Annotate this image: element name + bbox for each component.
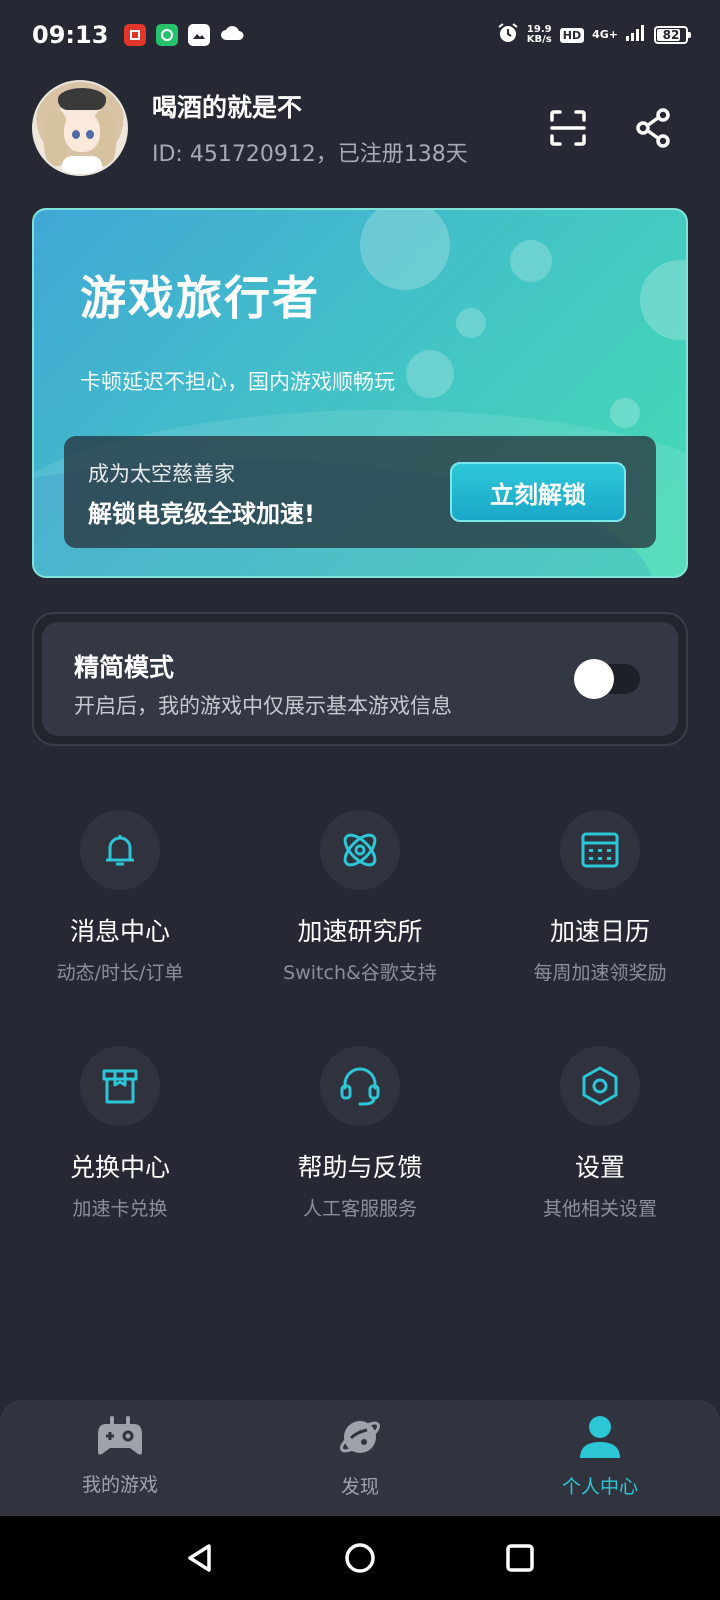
simple-mode-title: 精简模式: [74, 653, 175, 682]
network-speed: 19.9 KB/s: [527, 25, 552, 45]
settings-hexagon-icon: [560, 1046, 640, 1126]
menu-sub: 动态/时长/订单: [56, 962, 184, 984]
banner-subtitle: 卡顿延迟不担心，国内游戏顺畅玩: [80, 370, 395, 394]
menu-sub: 其他相关设置: [542, 1198, 657, 1220]
tab-discover[interactable]: 发现: [240, 1400, 480, 1516]
menu-redeem-center[interactable]: 兑换中心 加速卡兑换: [0, 1046, 240, 1282]
toggle-knob: [574, 659, 614, 699]
vip-banner[interactable]: 游戏旅行者 卡顿延迟不担心，国内游戏顺畅玩 成为太空慈善家 解锁电竞级全球加速!…: [32, 208, 688, 578]
scan-icon[interactable]: [548, 108, 588, 148]
status-bar: 09:13 19.9 KB/s HD 4G+ 82: [0, 0, 720, 70]
app-icon-red: [124, 24, 147, 46]
menu-label: 帮助与反馈: [297, 1153, 423, 1182]
home-icon[interactable]: [344, 1542, 376, 1574]
tab-label: 个人中心: [561, 1476, 638, 1498]
menu-settings[interactable]: 设置 其他相关设置: [480, 1046, 720, 1282]
bell-icon: [80, 810, 160, 890]
alarm-icon: [497, 22, 519, 48]
signal-icon: [626, 25, 646, 45]
promo-box: 成为太空慈善家 解锁电竞级全球加速! 立刻解锁: [64, 436, 656, 548]
menu-sub: 加速卡兑换: [72, 1198, 168, 1220]
share-icon[interactable]: [636, 108, 672, 148]
calendar-icon: [560, 810, 640, 890]
menu-sub: 每周加速领奖励: [533, 962, 667, 984]
banner-title: 游戏旅行者: [80, 271, 320, 325]
bottom-navigation: 我的游戏 发现 个人中心: [0, 1400, 720, 1516]
battery-indicator: 82: [654, 26, 691, 44]
person-icon: [578, 1414, 622, 1464]
menu-help-feedback[interactable]: 帮助与反馈 人工客服服务: [240, 1046, 480, 1282]
menu-label: 兑换中心: [69, 1153, 170, 1182]
status-time: 09:13: [32, 21, 109, 49]
tab-label: 发现: [340, 1476, 379, 1498]
menu-sub: 人工客服服务: [302, 1198, 417, 1220]
menu-label: 加速日历: [549, 917, 650, 946]
user-name: 喝酒的就是不: [152, 93, 303, 122]
app-icon-green: [156, 24, 179, 46]
tab-profile[interactable]: 个人中心: [480, 1400, 720, 1516]
simple-mode-desc: 开启后，我的游戏中仅展示基本游戏信息: [74, 694, 452, 718]
promo-line-2: 解锁电竞级全球加速!: [88, 500, 315, 528]
unlock-button[interactable]: 立刻解锁: [450, 462, 626, 522]
promo-line-1: 成为太空慈善家: [88, 462, 235, 486]
battery-percent: 82: [662, 28, 680, 42]
menu-boost-calendar[interactable]: 加速日历 每周加速领奖励: [480, 810, 720, 1046]
gamepad-icon: [96, 1414, 144, 1462]
atom-icon: [320, 810, 400, 890]
recents-icon[interactable]: [505, 1543, 535, 1573]
menu-message-center[interactable]: 消息中心 动态/时长/订单: [0, 810, 240, 1046]
feature-grid: 消息中心 动态/时长/订单 加速研究所 Switch&谷歌支持 加速日历 每周加…: [0, 810, 720, 1282]
network-type: 4G+: [592, 28, 618, 41]
system-navigation-bar: [0, 1516, 720, 1600]
tab-my-games[interactable]: 我的游戏: [0, 1400, 240, 1516]
profile-info: 喝酒的就是不 ID: 451720912，已注册138天: [152, 88, 468, 168]
photos-icon: [188, 24, 211, 46]
menu-label: 设置: [574, 1153, 625, 1182]
simple-mode-toggle[interactable]: [574, 659, 640, 699]
menu-research-lab[interactable]: 加速研究所 Switch&谷歌支持: [240, 810, 480, 1046]
menu-sub: Switch&谷歌支持: [283, 962, 437, 984]
user-id: ID: 451720912，已注册138天: [152, 142, 468, 167]
planet-icon: [337, 1414, 383, 1464]
back-icon[interactable]: [185, 1543, 215, 1573]
headset-icon: [320, 1046, 400, 1126]
gift-box-icon: [80, 1046, 160, 1126]
menu-label: 加速研究所: [297, 917, 423, 946]
tab-label: 我的游戏: [81, 1474, 158, 1496]
simple-mode-card: 精简模式 开启后，我的游戏中仅展示基本游戏信息: [32, 612, 688, 746]
network-type-label: 4G+: [592, 28, 618, 41]
hd-badge: HD: [559, 27, 585, 43]
menu-label: 消息中心: [69, 917, 170, 946]
cloud-icon: [220, 24, 244, 46]
avatar[interactable]: [32, 80, 128, 176]
profile-header: 喝酒的就是不 ID: 451720912，已注册138天: [32, 80, 688, 176]
network-speed-unit: KB/s: [526, 34, 552, 45]
